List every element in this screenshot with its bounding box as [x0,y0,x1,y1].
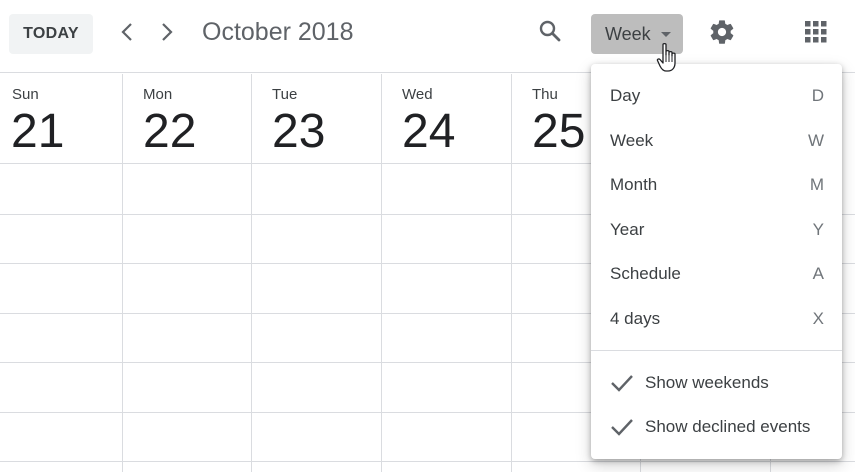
checkmark-icon [610,416,634,438]
chevron-left-icon [120,22,134,47]
menu-item-schedule[interactable]: Schedule A [591,252,842,296]
menu-item-year[interactable]: Year Y [591,208,842,252]
day-of-week-label: Tue [272,86,298,103]
shortcut-key: M [809,175,824,194]
menu-item-label: Month [610,175,658,194]
menu-item-label: Year [610,220,645,239]
shortcut-key: D [811,86,824,105]
search-button[interactable] [535,18,565,48]
gear-icon [708,18,736,51]
day-of-week-label: Mon [143,86,173,103]
date-number[interactable]: 21 [11,108,64,156]
view-dropdown-menu: Day D Week W Month M Year Y Schedule A 4… [591,64,842,459]
date-number[interactable]: 24 [402,108,455,156]
day-header: Sun 21 [0,74,122,164]
hour-gridline [0,461,855,462]
day-header: Wed 24 [382,74,512,164]
menu-item-4-days[interactable]: 4 days X [591,297,842,341]
menu-item-label: Schedule [610,264,681,283]
today-button[interactable]: TODAY [9,14,93,54]
date-number[interactable]: 23 [272,108,325,156]
menu-item-month[interactable]: Month M [591,163,842,207]
apps-button[interactable] [800,18,832,50]
option-label: Show declined events [645,417,811,436]
menu-item-label: 4 days [610,309,661,328]
calendar-toolbar: TODAY October 2018 Week [0,0,855,73]
day-of-week-label: Sun [12,86,39,103]
date-number[interactable]: 22 [143,108,196,156]
day-header: Mon 22 [123,74,252,164]
checkmark-icon [610,372,634,394]
view-switcher-button[interactable]: Week [591,14,683,54]
show-declined-events-toggle[interactable]: Show declined events [591,405,842,449]
show-weekends-toggle[interactable]: Show weekends [591,361,842,405]
menu-item-label: Day [610,86,641,105]
shortcut-key: W [807,131,824,150]
menu-item-label: Week [610,131,654,150]
option-label: Show weekends [645,373,769,392]
caret-down-icon [661,32,671,37]
day-of-week-label: Wed [402,86,433,103]
date-number[interactable]: 25 [532,108,585,156]
menu-item-day[interactable]: Day D [591,74,842,118]
settings-button[interactable] [706,17,738,51]
next-week-button[interactable] [154,20,180,48]
previous-week-button[interactable] [114,20,140,48]
apps-grid-icon [805,20,827,48]
search-icon [538,19,562,48]
view-switcher-label: Week [605,23,651,44]
month-title: October 2018 [202,18,354,46]
menu-item-week[interactable]: Week W [591,119,842,163]
menu-divider [591,350,842,351]
day-header: Tue 23 [252,74,382,164]
chevron-right-icon [160,22,174,47]
shortcut-key: A [812,264,824,283]
day-of-week-label: Thu [532,86,558,103]
shortcut-key: X [812,309,824,328]
shortcut-key: Y [812,220,824,239]
